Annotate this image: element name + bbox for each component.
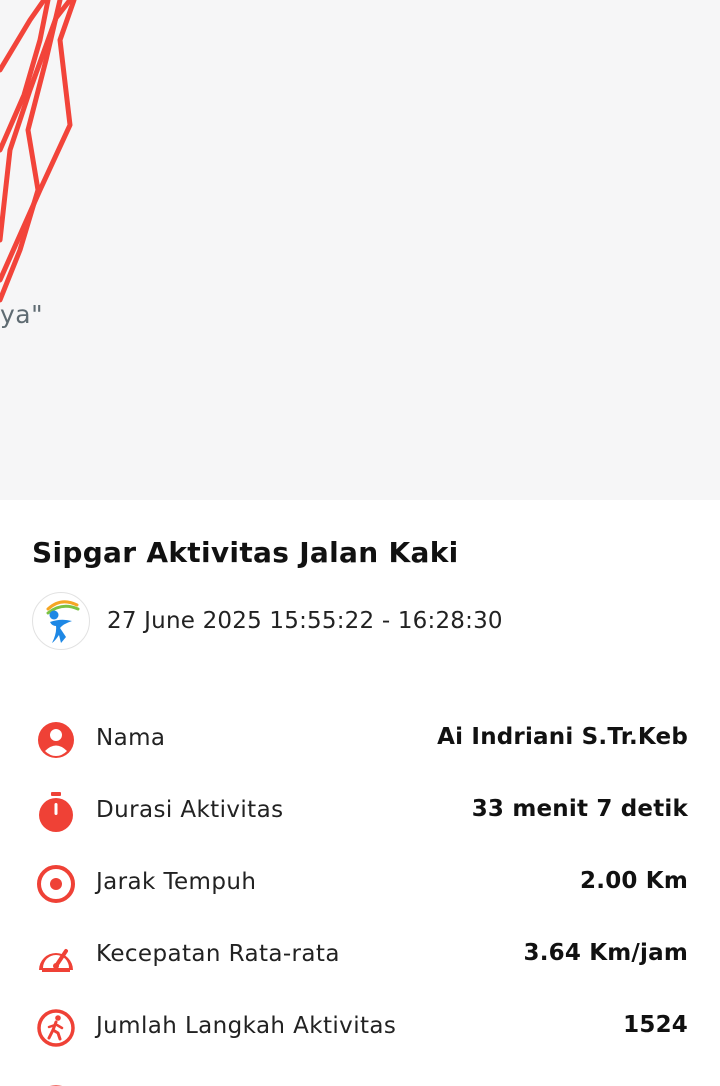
stat-label: Durasi Aktivitas xyxy=(96,797,284,823)
stat-label: Jarak Tempuh xyxy=(96,869,257,895)
stat-value: 2.00 Km xyxy=(580,868,688,894)
activity-meta: 27 June 2025 15:55:22 - 16:28:30 xyxy=(32,591,503,651)
stat-label: Kecepatan Rata-rata xyxy=(96,941,340,967)
speedometer-icon xyxy=(39,949,73,972)
stat-row-speed: Kecepatan Rata-rata 3.64 Km/jam xyxy=(0,920,720,992)
stat-value: 3.64 Km/jam xyxy=(523,940,688,966)
stat-label: Nama xyxy=(96,725,166,751)
stat-value: 1524 xyxy=(623,1012,688,1038)
walking-icon xyxy=(37,1009,75,1047)
stat-value: Ai Indriani S.Tr.Keb xyxy=(437,724,688,750)
stopwatch-icon xyxy=(39,792,73,832)
activity-stats-list: Nama Ai Indriani S.Tr.Keb Durasi Aktivit… xyxy=(0,704,720,1064)
stat-value: 33 menit 7 detik xyxy=(471,796,688,822)
stat-row-steps: Jumlah Langkah Aktivitas 1524 xyxy=(0,992,720,1064)
route-path xyxy=(0,0,77,303)
stat-row-distance: Jarak Tempuh 2.00 Km xyxy=(0,848,720,920)
map-place-label: ya" xyxy=(0,300,44,329)
stat-label: Jumlah Langkah Aktivitas xyxy=(96,1013,397,1039)
person-icon xyxy=(38,722,74,758)
stat-row-name: Nama Ai Indriani S.Tr.Keb xyxy=(0,704,720,776)
activity-title: Sipgar Aktivitas Jalan Kaki xyxy=(32,536,459,569)
activity-detail-sheet: Sipgar Aktivitas Jalan Kaki 27 June 2025… xyxy=(0,500,720,1081)
walking-figure-logo-icon xyxy=(32,592,90,650)
activity-datetime: 27 June 2025 15:55:22 - 16:28:30 xyxy=(107,608,503,634)
stat-row-duration: Durasi Aktivitas 33 menit 7 detik xyxy=(0,776,720,848)
target-icon xyxy=(37,865,75,903)
next-row-icon-peek xyxy=(36,1076,76,1086)
route-map[interactable]: ya" xyxy=(0,0,720,500)
